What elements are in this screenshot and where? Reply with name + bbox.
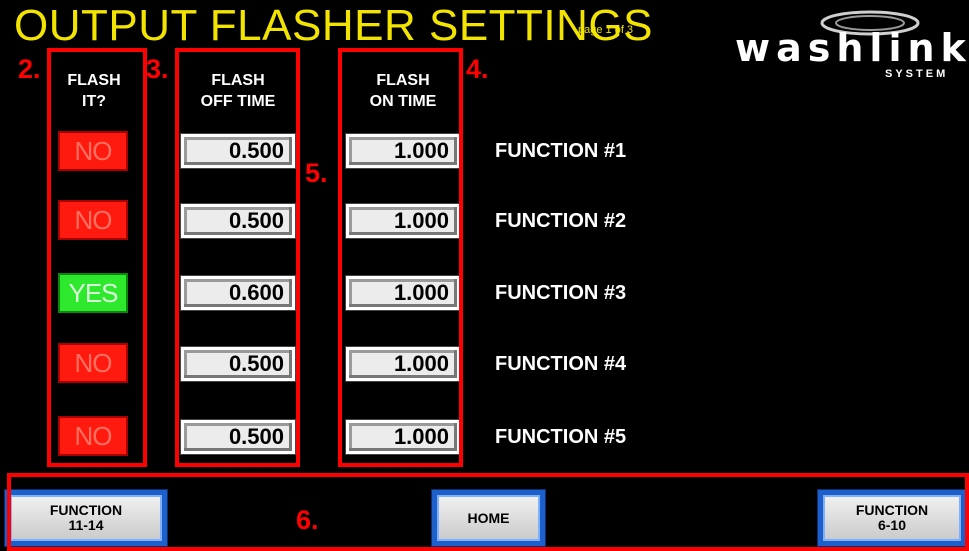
flash-on-time-field-5[interactable]: 1.000 (345, 419, 461, 455)
flash-toggle-function-5[interactable]: NO (58, 416, 128, 456)
page-indicator: page 1 of 3 (578, 24, 634, 36)
callout-number-5: 5. (305, 158, 328, 188)
column-header-flash-on-time: FLASH ON TIME (369, 72, 437, 110)
flash-on-time-field-2[interactable]: 1.000 (345, 203, 461, 239)
flash-off-time-field-2[interactable]: 0.500 (180, 203, 296, 239)
column-header-flash-off-time: FLASH OFF TIME (200, 72, 276, 110)
home-button[interactable]: HOME (432, 490, 545, 546)
logo-subtext: SYSTEM (885, 68, 949, 80)
callout-number-4: 4. (466, 54, 489, 84)
function-label-1: FUNCTION #1 (495, 140, 627, 162)
flash-off-time-field-3[interactable]: 0.600 (180, 275, 296, 311)
callout-number-6: 6. (296, 505, 319, 535)
function-label-4: FUNCTION #4 (495, 353, 627, 375)
flash-off-time-field-5[interactable]: 0.500 (180, 419, 296, 455)
function-label-3: FUNCTION #3 (495, 282, 627, 304)
callout-number-2: 2. (18, 54, 41, 84)
function-6-10-button[interactable]: FUNCTION 6-10 (818, 490, 966, 546)
flash-off-time-field-4[interactable]: 0.500 (180, 346, 296, 382)
washlink-logo: washlink SYSTEM (735, 10, 969, 84)
function-11-14-button[interactable]: FUNCTION 11-14 (5, 490, 167, 546)
column-header-flash-it: FLASH IT? (67, 72, 121, 110)
flash-toggle-function-3[interactable]: YES (58, 273, 128, 313)
logo-wordmark: washlink (735, 26, 969, 70)
flash-toggle-function-4[interactable]: NO (58, 343, 128, 383)
flash-off-time-field-1[interactable]: 0.500 (180, 133, 296, 169)
callout-number-3: 3. (146, 54, 169, 84)
flash-on-time-field-4[interactable]: 1.000 (345, 346, 461, 382)
function-label-5: FUNCTION #5 (495, 426, 627, 448)
function-label-2: FUNCTION #2 (495, 210, 627, 232)
flash-on-time-field-3[interactable]: 1.000 (345, 275, 461, 311)
flash-toggle-function-1[interactable]: NO (58, 131, 128, 171)
flash-on-time-field-1[interactable]: 1.000 (345, 133, 461, 169)
flash-toggle-function-2[interactable]: NO (58, 200, 128, 240)
bottom-nav-bar: FUNCTION 11-14 HOME FUNCTION 6-10 (0, 466, 969, 551)
page-title: OUTPUT FLASHER SETTINGS (14, 1, 653, 50)
